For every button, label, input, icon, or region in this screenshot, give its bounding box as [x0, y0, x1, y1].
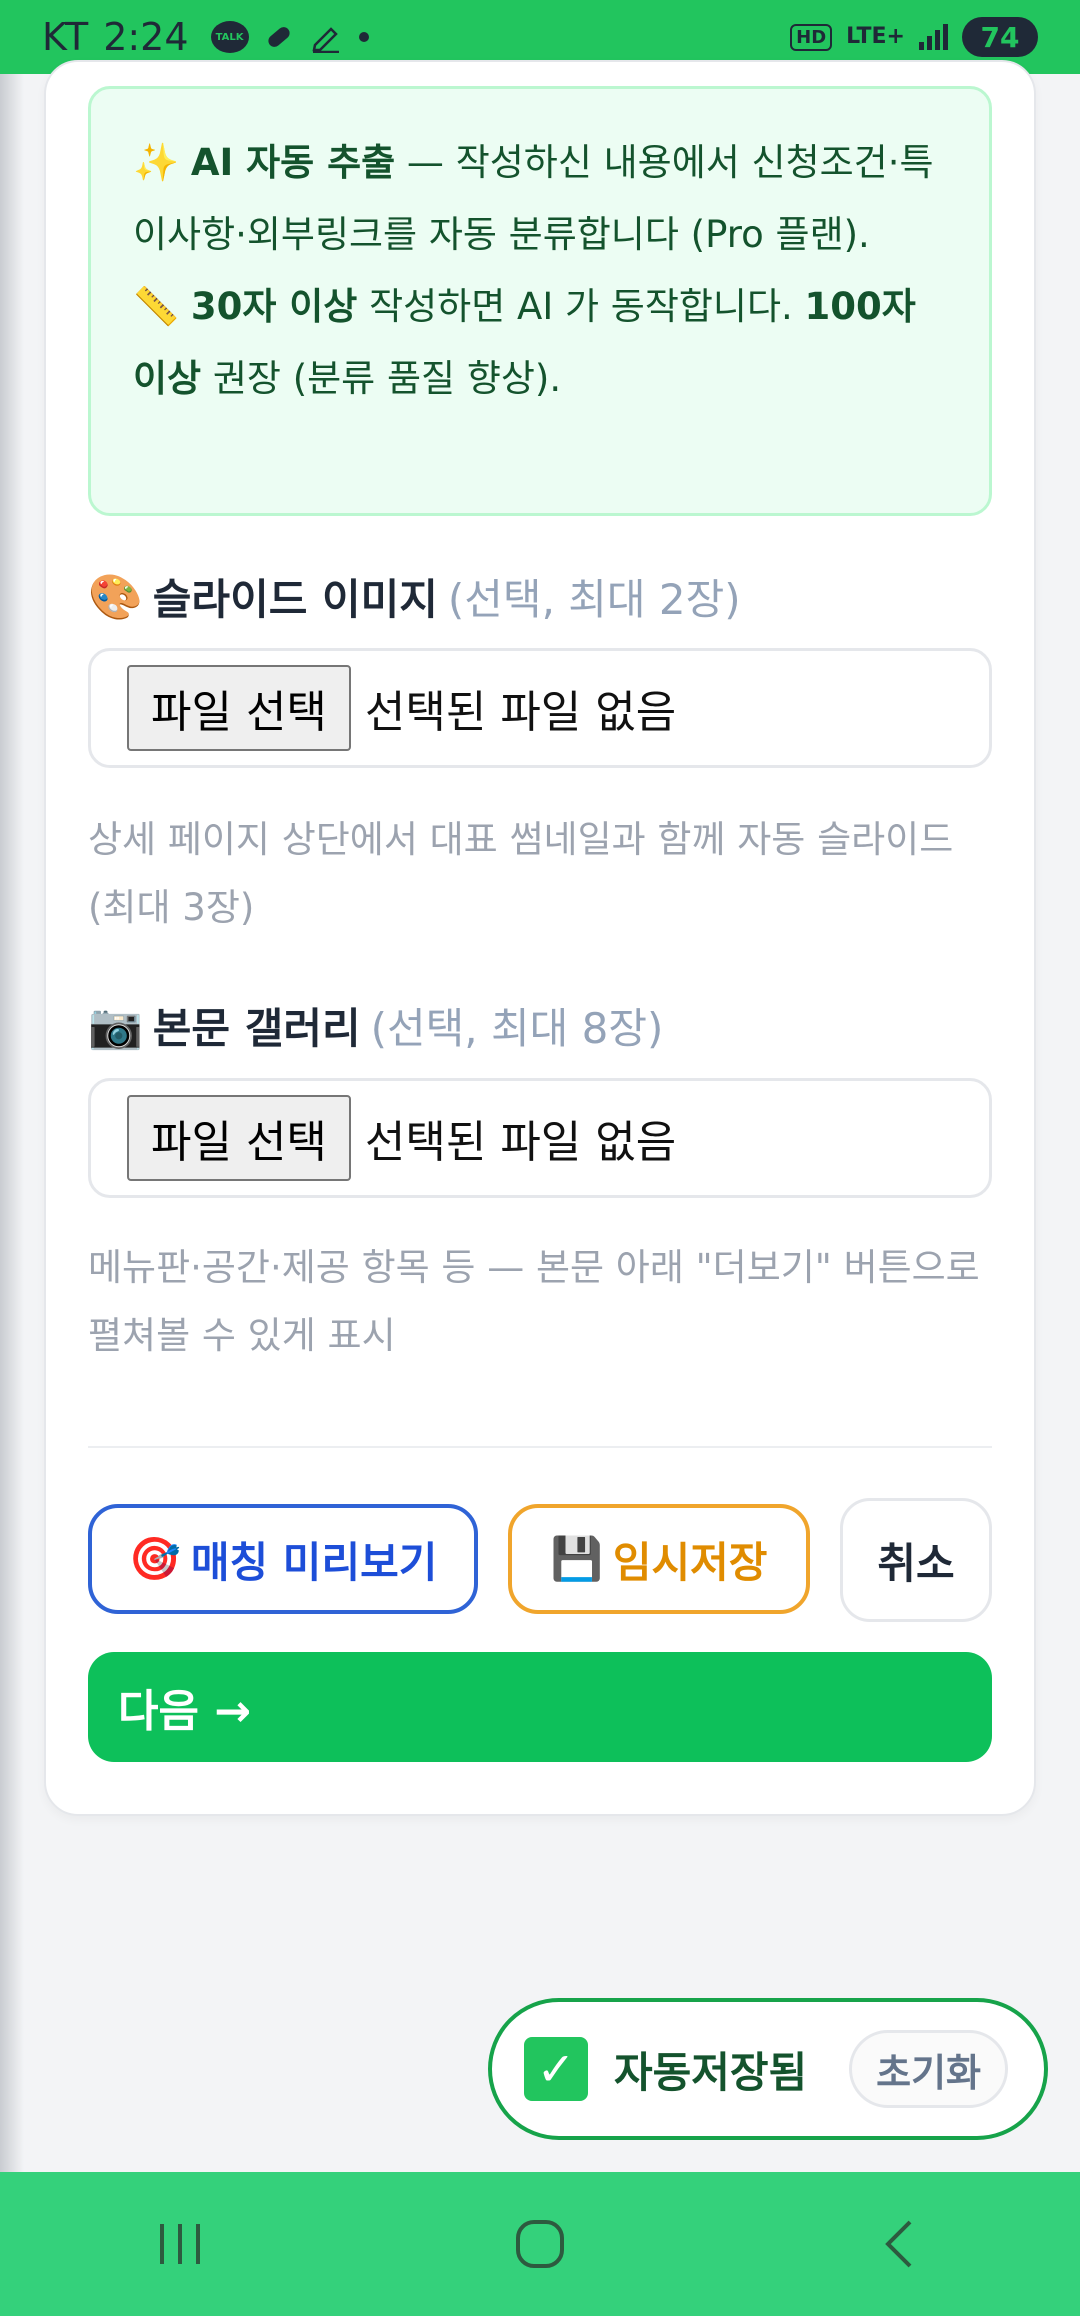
recommended-desc: 권장 (분류 품질 향상). — [201, 357, 562, 400]
matching-preview-label: 매칭 미리보기 — [190, 1537, 438, 1587]
hd-voice-icon: HD — [790, 23, 833, 51]
kakaotalk-icon: TALK — [210, 21, 249, 53]
battery-indicator: 74 — [962, 17, 1038, 57]
gallery-hint: (선택, 최대 8장) — [370, 1004, 664, 1053]
back-icon — [885, 2220, 912, 2268]
cancel-button[interactable]: 취소 — [840, 1498, 992, 1622]
gallery-file-input[interactable]: 파일 선택 선택된 파일 없음 — [88, 1078, 992, 1198]
gallery-file-status: 선택된 파일 없음 — [364, 1117, 677, 1168]
system-nav-bar — [0, 2172, 1080, 2316]
check-mark-icon: ✓ — [524, 2037, 588, 2101]
signal-icon — [919, 24, 948, 50]
section-divider — [88, 1446, 992, 1448]
recent-apps-icon — [160, 2224, 200, 2264]
save-draft-button[interactable]: 💾 임시저장 — [508, 1504, 810, 1614]
slide-images-file-input[interactable]: 파일 선택 선택된 파일 없음 — [88, 648, 992, 768]
gallery-label: 📷 본문 갤러리 (선택, 최대 8장) — [88, 995, 663, 1056]
gallery-title: 본문 갤러리 — [152, 1004, 361, 1053]
ai-title: AI 자동 추출 — [190, 141, 396, 184]
matching-preview-button[interactable]: 🎯 매칭 미리보기 — [88, 1504, 478, 1614]
target-icon: 🎯 — [128, 1534, 181, 1583]
sparkles-icon: ✨ — [133, 141, 180, 184]
reset-button[interactable]: 초기화 — [849, 2030, 1008, 2108]
gallery-choose-file-button[interactable]: 파일 선택 — [127, 1095, 351, 1181]
slide-images-label: 🎨 슬라이드 이미지 (선택, 최대 2장) — [88, 566, 741, 627]
ruler-icon: 📏 — [133, 285, 180, 328]
autosave-indicator: ✓ 자동저장됨 초기화 — [488, 1998, 1048, 2140]
min-chars: 30자 이상 — [190, 285, 358, 328]
floppy-disk-icon: 💾 — [550, 1534, 603, 1583]
slide-images-file-status: 선택된 파일 없음 — [364, 687, 677, 738]
home-icon — [516, 2220, 564, 2268]
edit-icon — [309, 21, 343, 53]
next-button[interactable]: 다음 → — [88, 1652, 992, 1762]
slide-images-hint: (선택, 최대 2장) — [447, 575, 741, 624]
home-button[interactable] — [480, 2194, 600, 2294]
save-draft-label: 임시저장 — [612, 1537, 768, 1587]
slide-images-choose-file-button[interactable]: 파일 선택 — [127, 665, 351, 751]
palette-icon: 🎨 — [88, 571, 143, 623]
notification-dot-icon — [357, 30, 371, 44]
clock: 2:24 — [103, 15, 189, 59]
network-type: LTE+ — [846, 24, 905, 49]
slide-images-title: 슬라이드 이미지 — [152, 575, 438, 624]
recent-apps-button[interactable] — [120, 2194, 240, 2294]
autosave-status: 자동저장됨 — [614, 2047, 808, 2097]
back-button[interactable] — [840, 2194, 960, 2294]
gallery-help: 메뉴판·공간·제공 항목 등 — 본문 아래 "더보기" 버튼으로 펼쳐볼 수 … — [88, 1246, 980, 1357]
ai-info-box: ✨ AI 자동 추출 — 작성하신 내용에서 신청조건·특이사항·외부링크를 자… — [88, 86, 992, 516]
edge-shadow — [0, 74, 24, 2174]
camera-icon: 📷 — [88, 1000, 143, 1052]
slide-images-help: 상세 페이지 상단에서 대표 썸네일과 함께 자동 슬라이드 (최대 3장) — [88, 818, 954, 929]
pill-icon — [263, 21, 295, 53]
carrier-label: KT — [42, 15, 90, 59]
min-chars-desc: 작성하면 AI 가 동작합니다. — [357, 285, 805, 328]
